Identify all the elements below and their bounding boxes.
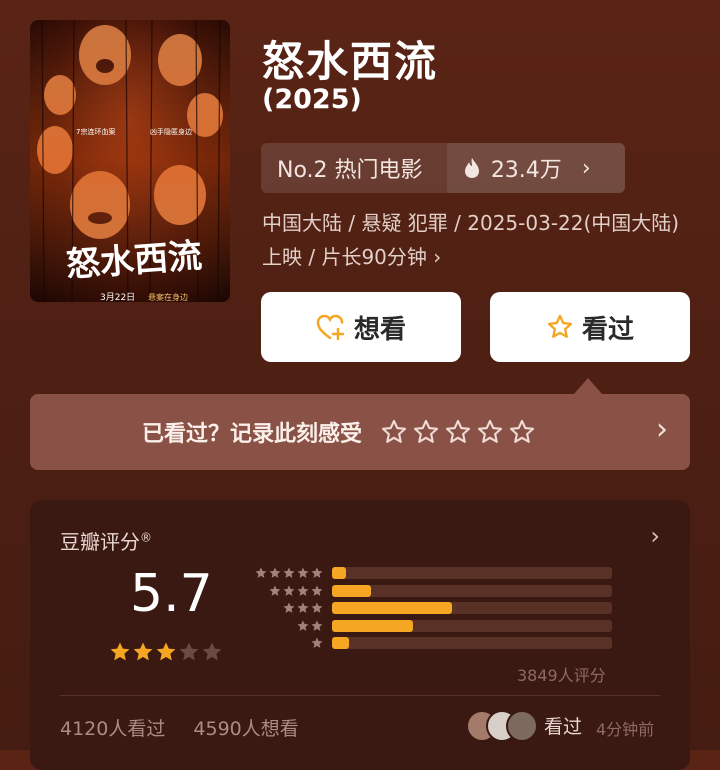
star-outline-icon[interactable] [412, 418, 440, 446]
chevron-right-icon: › [650, 522, 660, 550]
distribution-track [332, 637, 612, 649]
star-outline-icon[interactable] [444, 418, 472, 446]
star-outline-icon[interactable] [476, 418, 504, 446]
rating-title-text: 豆瓣评分 [60, 530, 140, 554]
friend-time: 4分钟前 [596, 720, 655, 739]
friend-avatars[interactable] [466, 710, 540, 742]
chevron-right-icon: › [656, 412, 668, 447]
star-outline-icon[interactable] [380, 418, 408, 446]
friend-status: 看过 [544, 716, 583, 738]
movie-info[interactable]: 中国大陆 / 悬疑 犯罪 / 2025-03-22(中国大陆) 上映 / 片长9… [262, 206, 702, 274]
watched-button[interactable]: 看过 [490, 292, 690, 362]
star-outline-icon [547, 314, 573, 338]
stars-2-icon [297, 619, 323, 631]
heat-indicator[interactable]: 23.4万 › [446, 143, 625, 193]
distribution-bar-2 [332, 619, 414, 632]
douban-rating-card[interactable]: 豆瓣评分® › 5.7 3849人评分 4120人看过 4590人想看 看过 4… [30, 500, 690, 770]
rate-stars[interactable] [380, 418, 536, 446]
distribution-track [332, 602, 612, 614]
heart-plus-icon [316, 314, 345, 341]
rank-banner[interactable]: No.2 热门电影 23.4万 › [261, 143, 625, 193]
chevron-right-icon: › [581, 155, 591, 181]
distribution-track [332, 619, 612, 632]
distribution-track [332, 584, 612, 597]
movie-title: 怒水西流 [262, 37, 439, 86]
stars-5-icon [255, 567, 323, 578]
rank-label: No.2 热门电影 [277, 158, 423, 183]
poster-tagline-right: 凶手隐匿身边 [150, 127, 192, 136]
score-stars-icon [110, 642, 222, 661]
divider [60, 695, 660, 696]
movie-poster[interactable]: 7宗连环血案 凶手隐匿身边 怒水西流 3月22日 悬案在身边 [30, 20, 230, 302]
stars-3-icon [283, 602, 323, 613]
distribution-bar-3 [332, 602, 453, 614]
rating-title: 豆瓣评分® [60, 526, 152, 555]
distribution-bar-5 [332, 567, 346, 579]
distribution-bar-4 [332, 584, 372, 597]
popover-notch [574, 378, 602, 394]
want-count: 4590人想看 [193, 718, 299, 740]
watch-stats[interactable]: 4120人看过 4590人想看 [60, 714, 321, 741]
flame-icon [464, 158, 479, 178]
star-outline-icon[interactable] [508, 418, 536, 446]
rating-stars [108, 640, 226, 668]
info-line-1: 中国大陆 / 悬疑 犯罪 / 2025-03-22(中国大陆) [262, 211, 680, 235]
want-label: 想看 [353, 314, 406, 345]
distribution-bar-1 [332, 637, 349, 649]
record-feeling-banner[interactable]: 已看过？记录此刻感受 › [30, 394, 690, 470]
poster-tagline-left: 7宗连环血案 [76, 127, 115, 136]
movie-year: (2025) [262, 84, 362, 115]
record-prompt: 已看过？记录此刻感受 [142, 422, 363, 447]
rating-score: 5.7 [130, 564, 213, 624]
distribution-track [332, 567, 612, 579]
rating-count: 3849人评分 [517, 666, 606, 685]
avatar [506, 710, 538, 742]
watched-count: 4120人看过 [60, 718, 166, 740]
watched-label: 看过 [581, 314, 634, 345]
heat-value: 23.4万 [490, 158, 562, 183]
want-to-watch-button[interactable]: 想看 [261, 292, 461, 362]
poster-release-date: 3月22日 [100, 292, 135, 302]
poster-release-sub: 悬案在身边 [148, 292, 188, 302]
info-line-2: 上映 / 片长90分钟 › [262, 245, 442, 269]
stars-4-icon [269, 584, 323, 596]
registered-mark: ® [140, 530, 152, 545]
stars-1-icon [311, 637, 323, 648]
